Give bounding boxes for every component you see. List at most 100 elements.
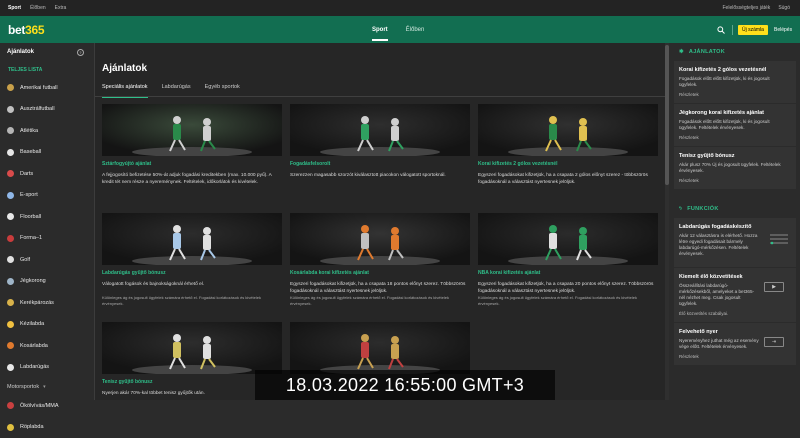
sidebar-item-label: Labdarúgás [20,364,49,370]
offer-title[interactable]: Korai kifizetés 2 gólos vezetésnél [478,161,557,167]
sidebar: Ajánlatok ? TELJES LISTA Amerikai futbal… [0,43,95,400]
sidebar-item-label: Kerékpározás [20,300,54,306]
offer-image[interactable] [290,104,470,156]
top-link-extra[interactable]: Extra [55,5,67,11]
offer-card[interactable]: Sztárfogyújtó ajánlat A fejjogosító befiz… [102,104,282,209]
sidebar-title: Ajánlatok [7,49,34,55]
sidebar-item[interactable]: Amerikai futball [0,77,94,99]
sidebar-item-label: Kosárlabda [20,343,48,349]
offer-title[interactable]: Fogadásfelsorolt [290,161,330,167]
sidebar-item[interactable]: Labdarúgás [0,357,94,379]
feature-card[interactable]: Kiemelt élő közvetítések Összeállítási la… [674,268,796,322]
sidebar-item[interactable]: Kosárlabda [0,335,94,357]
sidebar-item[interactable]: Baseball [0,142,94,164]
main-scrollbar[interactable] [665,43,669,400]
join-button[interactable]: Új számla [738,25,768,35]
offer-terms: Különleges ág és jogosult ügyfelek számá… [478,295,656,306]
sport-icon [7,278,14,285]
details-link[interactable]: Részletek [679,92,791,97]
details-link[interactable]: Részletek [679,135,791,140]
timestamp-overlay: 18.03.2022 16:55:00 GMT+3 [255,370,555,400]
help-link[interactable]: Súgó [778,5,790,11]
scrollbar-thumb[interactable] [665,45,669,185]
feature-link[interactable]: Élő közvetítés szabályai. [679,311,791,316]
play-icon[interactable]: ▶ [764,282,784,292]
offer-description: Válogatott fogások és bajnokságoknál érh… [102,282,280,289]
sidebar-item-label: Ausztrálfutball [20,106,55,112]
offer-title[interactable]: NBA korai kifizetés ajánlat [478,270,540,276]
sidebar-item-label: Amerikai futball [20,85,58,91]
sidebar-item-label: Röplabda [20,424,44,430]
offer-description: A fejjogosító befizetése 50%-át adjuk fo… [102,173,280,186]
sport-icon [7,149,14,156]
right-panel: ✱AJÁNLATOK Korai kifizetés 2 gólos vezet… [670,43,800,400]
sidebar-item[interactable]: Kerékpározás [0,292,94,314]
sidebar-header[interactable]: Ajánlatok ? [0,43,94,61]
offer-title[interactable]: Tenisz gyűjtő bónusz [102,379,152,385]
nav-tab-live[interactable]: Élőben [406,27,425,41]
feature-icon-wrap [768,232,790,251]
sidebar-group-motorsport[interactable]: Motorsportok ▾ [0,378,94,395]
sidebar-item[interactable]: Atlétika [0,120,94,142]
offer-card[interactable]: FogadásfelsoroltSzerezzen magasabb szorz… [290,104,470,209]
offer-title[interactable]: Sztárfogyújtó ajánlat [102,161,151,167]
nav-tab-sport[interactable]: Sport [372,27,388,41]
offer-description: Egyszeri fogadásokat kifizetjük, ha a cs… [478,282,656,295]
offer-image[interactable] [478,213,658,265]
offer-card[interactable]: Kosárlabda korai kifizetés ajánlatEgysze… [290,213,470,318]
feature-title[interactable]: Labdarúgás fogadáskészítő [679,224,791,230]
feature-desc: Összeállítási labdarúgó-mérkőzésekből, a… [679,283,759,307]
sidebar-item-label: Baseball [20,149,41,155]
logo[interactable]: bet365 [8,23,44,37]
side-offer-title[interactable]: Jégkorong korai kifizetés ajánlat [679,110,791,116]
tab-divider [95,96,668,97]
top-link-live[interactable]: Élőben [30,5,46,11]
top-link-sport[interactable]: Sport [8,5,21,11]
offer-terms: Különleges ág és jogosult ügyfelek számá… [102,295,280,306]
sidebar-item[interactable]: Darts [0,163,94,185]
sidebar-item-label: Golf [20,257,30,263]
sidebar-item[interactable]: E-sport [0,185,94,207]
feature-card[interactable]: Felvehető nyerNyereményhez juthat még az… [674,323,796,365]
sidebar-item[interactable]: Kézilabda [0,314,94,336]
sidebar-item[interactable]: Golf [0,249,94,271]
responsible-gambling-link[interactable]: Felelősségteljes játék [723,5,771,11]
offer-image[interactable] [290,322,470,374]
offer-card[interactable]: Labdarúgás gyűjtő bónusz Válogatott fogás… [102,213,282,318]
info-icon: ? [77,49,84,56]
offer-image[interactable] [290,213,470,265]
logo-text-a: bet [8,23,25,37]
feature-card[interactable]: Labdarúgás fogadáskészítőAkár 12 választ… [674,218,796,267]
feature-title[interactable]: Kiemelt élő közvetítések [679,274,791,280]
sidebar-item[interactable]: Floorball [0,206,94,228]
offer-card[interactable]: NBA korai kifizetés ajánlat Egyszeri foga… [478,213,658,318]
offer-image[interactable] [102,213,282,265]
sidebar-item[interactable]: Ausztrálfutball [0,99,94,121]
offer-image[interactable] [102,322,282,374]
side-offer-title[interactable]: Tenisz gyűjtő bónusz [679,153,791,159]
offer-title[interactable]: Labdarúgás gyűjtő bónusz [102,270,166,276]
login-button[interactable]: Belépés [774,27,792,33]
offer-image[interactable] [102,104,282,156]
sidebar-item[interactable]: Jégkorong [0,271,94,293]
offer-image[interactable] [478,104,658,156]
side-offer-desc: Fogadások előtt előtt kifizetjük, ki és … [679,119,789,131]
sidebar-item[interactable]: Ökölvívás/MMA [0,395,94,417]
side-offer-desc: Akár plusz 70% Új és jogosult ügyfelek. … [679,162,789,174]
feature-link[interactable]: Részletek [679,354,791,359]
side-offer[interactable]: Tenisz gyűjtő bónusz Akár plusz 70% Új és… [674,147,796,189]
sidebar-item[interactable]: Röplabda [0,417,94,438]
side-offer[interactable]: Korai kifizetés 2 gólos vezetésnélFogadá… [674,61,796,103]
top-bar: Sport Élőben Extra Felelősségteljes játé… [0,0,800,16]
offer-card[interactable]: Korai kifizetés 2 gólos vezetésnélEgysze… [478,104,658,209]
cash-out-icon[interactable]: ⇥ [764,337,784,347]
lightning-icon: ϟ [679,206,682,212]
search-icon[interactable] [717,26,725,34]
feature-title[interactable]: Felvehető nyer [679,329,791,335]
side-offer[interactable]: Jégkorong korai kifizetés ajánlat Fogadás… [674,104,796,146]
details-link[interactable]: Részletek [679,178,791,183]
offer-title[interactable]: Kosárlabda korai kifizetés ajánlat [290,270,369,276]
side-offer-title[interactable]: Korai kifizetés 2 gólos vezetésnél [679,67,791,73]
features-section-header: ϟFUNKCIÓK [670,200,800,218]
sidebar-item[interactable]: Forma–1 [0,228,94,250]
